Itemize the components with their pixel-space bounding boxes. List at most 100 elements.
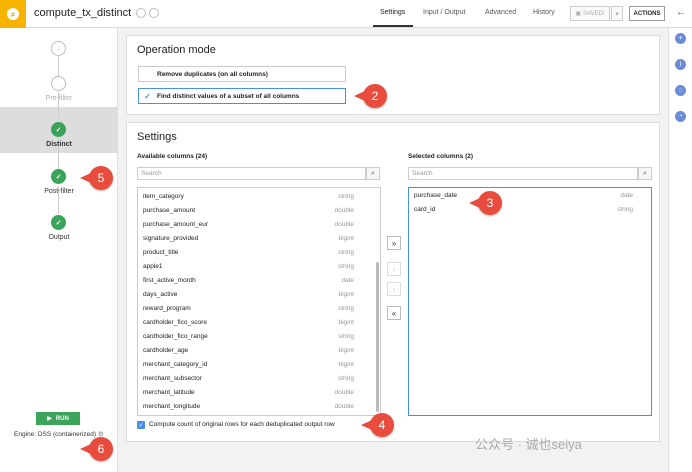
list-scrollbar[interactable] <box>376 262 379 412</box>
list-item[interactable]: first_active_month date <box>138 274 380 288</box>
tab-settings[interactable]: Settings <box>380 9 405 16</box>
available-columns-heading: Available columns (24) <box>137 153 208 160</box>
column-type: string <box>338 193 354 200</box>
info-circle-icon[interactable]: i <box>675 59 686 70</box>
step-postfilter-check-icon[interactable]: ✓ <box>51 169 66 184</box>
column-name: cardholder_fico_score <box>143 319 207 326</box>
checkmark-icon: ✓ <box>138 422 144 429</box>
list-item[interactable]: cardholder_age bigint <box>138 344 380 358</box>
list-item[interactable]: card_id string <box>409 203 651 217</box>
column-type: double <box>334 221 354 228</box>
selected-search-input[interactable]: Search <box>408 167 638 180</box>
column-type: date <box>620 192 633 199</box>
column-name: cardholder_fico_range <box>143 333 208 340</box>
back-arrow-icon[interactable]: ← <box>676 7 686 18</box>
play-icon: ▶ <box>47 416 52 422</box>
right-rail: + i ◌ ◔ <box>668 28 692 472</box>
list-item[interactable]: merchant_latitude double <box>138 386 380 400</box>
count-rows-label[interactable]: Compute count of original rows for each … <box>149 421 335 428</box>
info-icon[interactable] <box>136 8 146 18</box>
tab-history[interactable]: History <box>533 9 555 16</box>
steps-panel: ↓ Pre-filter ✓ Distinct ✓ Post-filter ✓ … <box>0 28 118 472</box>
list-item[interactable]: purchase_amount double <box>138 204 380 218</box>
column-name: purchase_date <box>414 192 458 199</box>
list-item[interactable]: purchase_amount_eur double <box>138 218 380 232</box>
option-distinct-subset-label: Find distinct values of a subset of all … <box>157 92 300 100</box>
list-item[interactable]: item_category string <box>138 190 380 204</box>
remove-all-button[interactable]: « <box>387 306 401 320</box>
column-type: string <box>617 206 633 213</box>
column-name: first_active_month <box>143 277 196 284</box>
column-type: double <box>334 207 354 214</box>
add-all-button[interactable]: » <box>387 236 401 250</box>
column-type: bigint <box>338 361 354 368</box>
column-name: merchant_longitude <box>143 403 201 410</box>
column-type: string <box>338 263 354 270</box>
actions-button[interactable]: ACTIONS <box>629 6 665 21</box>
add-selected-button[interactable]: › <box>387 262 401 276</box>
step-prefilter-circle[interactable] <box>51 76 66 91</box>
column-type: double <box>334 389 354 396</box>
save-dropdown-button[interactable]: ▾ <box>611 6 623 21</box>
list-item[interactable]: merchant_longitude double <box>138 400 380 414</box>
chevron-down-icon: ▾ <box>615 10 619 18</box>
column-name: purchase_amount_eur <box>143 221 209 228</box>
column-name: item_category <box>143 193 184 200</box>
available-columns-list[interactable]: item_category string purchase_amount doubl… <box>137 187 381 416</box>
timer-icon[interactable]: ◔ <box>675 111 686 122</box>
list-item[interactable]: purchase_date date <box>409 189 651 203</box>
column-type: string <box>338 333 354 340</box>
column-name: reward_program <box>143 305 191 312</box>
column-type: string <box>338 249 354 256</box>
column-name: purchase_amount <box>143 207 196 214</box>
list-item[interactable]: apple1 string <box>138 260 380 274</box>
column-name: merchant_subsector <box>143 375 202 382</box>
list-item[interactable]: merchant_category_id bigint <box>138 358 380 372</box>
step-output-check-icon[interactable]: ✓ <box>51 215 66 230</box>
list-item[interactable]: signature_provided bigint <box>138 232 380 246</box>
run-button-label: RUN <box>55 415 69 422</box>
available-search-input[interactable]: Search <box>137 167 366 180</box>
remove-selected-button[interactable]: ‹ <box>387 282 401 296</box>
save-button[interactable]: ▣ SAVED! <box>570 6 610 21</box>
column-name: product_title <box>143 249 179 256</box>
recipe-icon: ≠ <box>7 8 19 20</box>
selected-columns-list[interactable]: purchase_date date card_id string <box>408 187 652 416</box>
app-logo[interactable]: ≠ <box>0 0 26 28</box>
operation-mode-title: Operation mode <box>137 44 216 56</box>
step-output-label[interactable]: Output <box>0 234 118 241</box>
list-item[interactable]: cardholder_fico_range string <box>138 330 380 344</box>
tab-input-output[interactable]: Input / Output <box>423 9 465 16</box>
search-icon[interactable]: ⌕ <box>638 167 652 180</box>
callout-badge: 6 <box>80 437 113 461</box>
step-input-icon: ↓ <box>51 41 66 56</box>
list-item[interactable]: days_active bigint <box>138 288 380 302</box>
settings-icon[interactable] <box>149 8 159 18</box>
run-button[interactable]: ▶ RUN <box>36 412 80 425</box>
column-type: string <box>338 305 354 312</box>
top-bar: ≠ compute_tx_distinct Settings Input / O… <box>0 0 692 28</box>
column-name: merchant_latitude <box>143 389 195 396</box>
list-item[interactable]: cardholder_fico_score bigint <box>138 316 380 330</box>
list-item[interactable]: product_title string <box>138 246 380 260</box>
column-type: double <box>334 403 354 410</box>
option-remove-duplicates[interactable]: Remove duplicates (on all columns) <box>138 66 346 82</box>
column-type: date <box>341 277 354 284</box>
option-distinct-subset[interactable]: ✓ Find distinct values of a subset of all… <box>138 88 346 104</box>
callout-badge: 4 <box>361 413 394 437</box>
list-item[interactable]: merchant_subsector string <box>138 372 380 386</box>
discussion-icon[interactable]: ◌ <box>675 85 686 96</box>
step-prefilter-label[interactable]: Pre-filter <box>0 95 118 102</box>
column-type: bigint <box>338 291 354 298</box>
list-item[interactable]: reward_program string <box>138 302 380 316</box>
step-distinct-label[interactable]: Distinct <box>0 141 118 148</box>
count-rows-checkbox[interactable]: ✓ <box>137 421 145 429</box>
search-icon[interactable]: ⌕ <box>366 167 380 180</box>
settings-title: Settings <box>137 131 177 143</box>
add-icon[interactable]: + <box>675 33 686 44</box>
tab-advanced[interactable]: Advanced <box>485 9 516 16</box>
column-name: days_active <box>143 291 178 298</box>
selected-columns-heading: Selected columns (2) <box>408 153 474 160</box>
recipe-title: compute_tx_distinct <box>34 7 132 19</box>
step-distinct-check-icon[interactable]: ✓ <box>51 122 66 137</box>
